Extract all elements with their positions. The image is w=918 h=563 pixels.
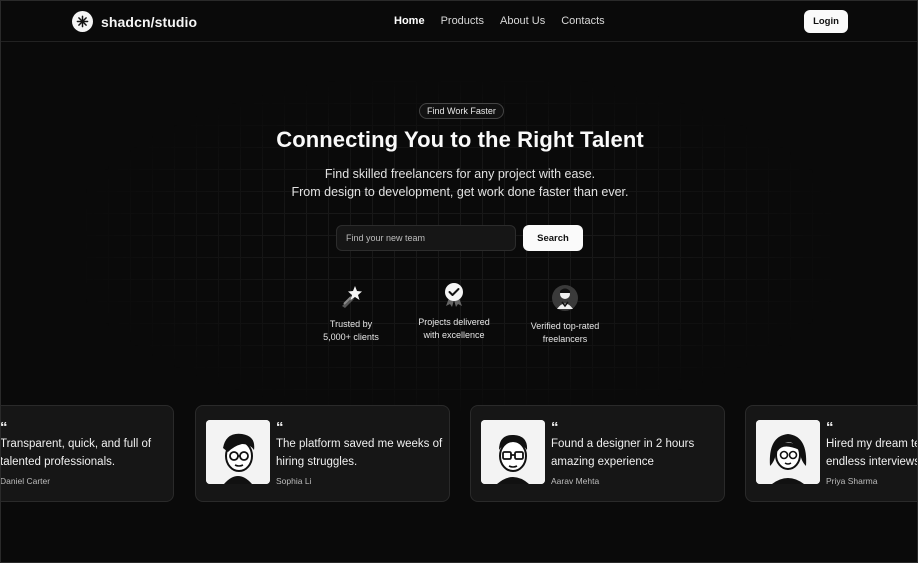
hero-subtitle-line-2: From design to development, get work don… — [291, 185, 629, 199]
stat-1-line-2: 5,000+ clients — [323, 332, 379, 342]
browser-viewport: shadcn/studio Home Products About Us Con… — [0, 0, 918, 563]
quote-icon: “ — [276, 419, 284, 436]
site-header: shadcn/studio Home Products About Us Con… — [1, 1, 917, 42]
quote-icon: “ — [551, 419, 559, 436]
testimonial-card: “ Hired my dream team without endless in… — [745, 405, 918, 502]
avatar — [206, 420, 270, 484]
stat-1-line-1: Trusted by — [329, 319, 373, 329]
stat-verified-freelancers: Verified top-rated freelancers — [515, 284, 615, 346]
stat-projects-delivered: Projects delivered with excellence — [404, 282, 504, 342]
hero-subtitle-line-1: Find skilled freelancers for any project… — [324, 167, 596, 181]
nav-home[interactable]: Home — [394, 15, 425, 27]
hero-subtitle: Find skilled freelancers for any project… — [1, 165, 917, 201]
nav-about-us[interactable]: About Us — [500, 15, 545, 27]
shooting-star-icon — [301, 284, 401, 314]
main-nav: Home Products About Us Contacts — [394, 15, 605, 27]
login-button[interactable]: Login — [804, 10, 848, 33]
verified-badge-icon — [404, 282, 504, 312]
hero-badge: Find Work Faster — [419, 103, 504, 119]
asterisk-logo-icon — [72, 11, 93, 32]
testimonial-quote: Hired my dream team without endless inte… — [826, 438, 918, 468]
testimonial-author: Daniel Carter — [0, 476, 51, 486]
testimonial-card: “ Found a designer in 2 hours amazing ex… — [470, 405, 725, 502]
search-input[interactable] — [336, 225, 516, 251]
brand-logo[interactable]: shadcn/studio — [72, 11, 197, 32]
hero-title: Connecting You to the Right Talent — [276, 127, 644, 152]
stat-2-line-2: with excellence — [423, 330, 485, 340]
testimonial-author: Priya Sharma — [826, 476, 878, 486]
testimonial-author: Aarav Mehta — [551, 476, 600, 486]
testimonial-card: “ Transparent, quick, and full of talent… — [0, 405, 174, 502]
testimonial-quote: Found a designer in 2 hours amazing expe… — [551, 438, 695, 468]
avatar — [756, 420, 820, 484]
nav-contacts[interactable]: Contacts — [561, 15, 604, 27]
testimonial-quote: The platform saved me weeks of hiring st… — [276, 438, 443, 468]
search-button[interactable]: Search — [523, 225, 583, 251]
quote-icon: “ — [826, 419, 834, 436]
top-rated-freelancer-icon — [515, 284, 615, 316]
testimonial-card: “ The platform saved me weeks of hiring … — [195, 405, 450, 502]
stat-2-line-1: Projects delivered — [418, 317, 490, 327]
quote-icon: “ — [0, 419, 8, 436]
brand-name: shadcn/studio — [101, 13, 198, 30]
testimonial-quote: Transparent, quick, and full of talented… — [0, 438, 152, 468]
stat-3-line-2: freelancers — [542, 334, 588, 344]
stat-3-line-1: Verified top-rated — [530, 321, 600, 331]
nav-products[interactable]: Products — [441, 15, 484, 27]
stat-trusted-clients: Trusted by 5,000+ clients — [301, 284, 401, 344]
testimonial-content: “ Transparent, quick, and full of talent… — [0, 406, 173, 501]
avatar — [481, 420, 545, 484]
testimonial-author: Sophia Li — [276, 476, 312, 486]
